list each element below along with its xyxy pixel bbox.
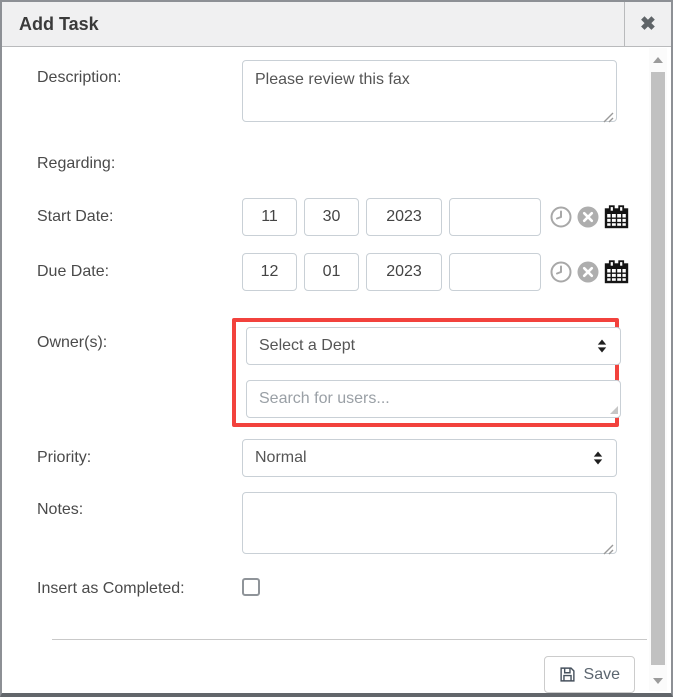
due-time-clock-button[interactable]	[550, 261, 572, 283]
start-time-input[interactable]	[449, 198, 541, 236]
due-date-calendar-button[interactable]	[604, 260, 629, 284]
circle-x-icon	[577, 206, 599, 228]
add-task-dialog: Add Task ✖ Description: Please review th…	[0, 0, 673, 697]
x-close-icon: ✖	[640, 13, 656, 36]
calendar-icon	[604, 260, 629, 284]
start-date-calendar-button[interactable]	[604, 205, 629, 229]
clock-icon	[550, 261, 572, 283]
start-year-input[interactable]	[366, 198, 442, 236]
insert-completed-checkbox[interactable]	[242, 578, 260, 596]
priority-select[interactable]: Normal	[242, 439, 617, 477]
resize-handle-icon[interactable]	[603, 544, 614, 555]
clock-icon	[550, 206, 572, 228]
insert-completed-label: Insert as Completed:	[37, 580, 242, 598]
insert-completed-row: Insert as Completed:	[37, 579, 671, 599]
owners-label: Owner(s):	[37, 318, 242, 352]
scrollbar-up-arrow[interactable]	[649, 52, 667, 68]
notes-row: Notes:	[37, 492, 671, 559]
triangle-up-icon	[653, 57, 663, 63]
dialog-title: Add Task	[2, 2, 624, 46]
due-date-clear-button[interactable]	[577, 261, 599, 283]
notes-label: Notes:	[37, 492, 242, 519]
dialog-body: Description: Please review this fax Rega…	[2, 47, 671, 647]
notes-textarea[interactable]	[242, 492, 617, 554]
due-date-row: Due Date:	[37, 253, 671, 291]
user-search-input[interactable]	[246, 380, 621, 418]
start-month-input[interactable]	[242, 198, 297, 236]
save-button-label: Save	[584, 666, 620, 684]
scrollbar-down-arrow[interactable]	[649, 673, 667, 689]
due-date-label: Due Date:	[37, 263, 242, 281]
start-day-input[interactable]	[304, 198, 359, 236]
dept-select[interactable]: Select a Dept	[246, 327, 621, 365]
start-date-clear-button[interactable]	[577, 206, 599, 228]
dialog-header: Add Task ✖	[2, 2, 671, 47]
highlight-annotation: Select a Dept	[232, 318, 619, 427]
triangle-down-icon	[653, 678, 663, 684]
up-down-caret-icon	[592, 450, 604, 466]
regarding-label: Regarding:	[37, 155, 242, 173]
due-time-input[interactable]	[449, 253, 541, 291]
resize-corner-icon[interactable]	[608, 404, 619, 415]
description-label: Description:	[37, 60, 242, 87]
dialog-footer: Save	[37, 640, 671, 693]
description-textarea[interactable]: Please review this fax	[242, 60, 617, 122]
circle-x-icon	[577, 261, 599, 283]
priority-select-value: Normal	[255, 449, 592, 467]
scrollbar-thumb[interactable]	[651, 72, 665, 665]
dept-select-value: Select a Dept	[259, 337, 596, 355]
start-date-row: Start Date:	[37, 198, 671, 236]
due-year-input[interactable]	[366, 253, 442, 291]
priority-label: Priority:	[37, 449, 242, 467]
owners-row: Owner(s): Select a Dept	[37, 318, 671, 427]
start-time-clock-button[interactable]	[550, 206, 572, 228]
floppy-disk-icon	[559, 666, 576, 683]
due-month-input[interactable]	[242, 253, 297, 291]
close-button[interactable]: ✖	[624, 2, 671, 46]
description-row: Description: Please review this fax	[37, 60, 671, 127]
resize-handle-icon[interactable]	[603, 112, 614, 123]
priority-row: Priority: Normal	[37, 439, 671, 477]
up-down-caret-icon	[596, 338, 608, 354]
save-button[interactable]: Save	[544, 656, 635, 693]
start-date-label: Start Date:	[37, 208, 242, 226]
calendar-icon	[604, 205, 629, 229]
due-day-input[interactable]	[304, 253, 359, 291]
scrollbar[interactable]	[649, 48, 667, 691]
regarding-row: Regarding:	[37, 155, 671, 175]
